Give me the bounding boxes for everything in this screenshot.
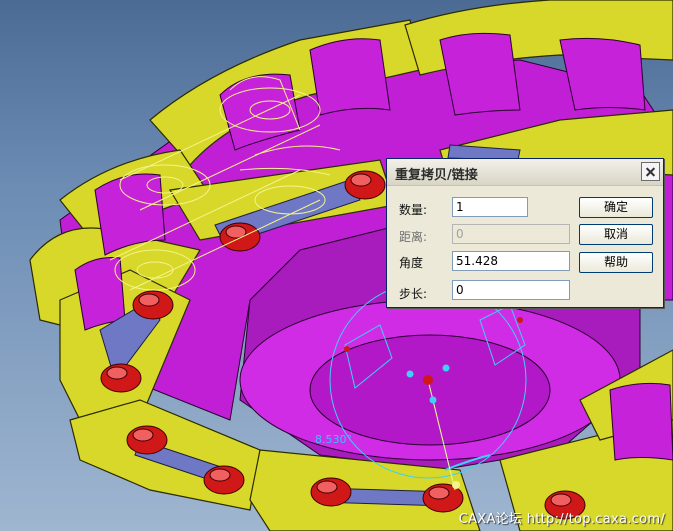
help-button[interactable]: 帮助 [579, 252, 653, 273]
repeat-copy-dialog: 重复拷贝/链接 数量: 距离: 角度 步长: 确定 取消 帮助 [386, 158, 664, 308]
close-icon[interactable] [641, 162, 660, 181]
angle-dimension-label: 8.530° [315, 433, 352, 446]
forum-watermark: CAXA论坛 http://top.caxa.com/ [458, 512, 665, 527]
angle-input[interactable] [452, 251, 570, 271]
ok-button[interactable]: 确定 [579, 197, 653, 218]
3d-viewport[interactable]: 8.530° CAXA论坛 http://top.caxa.com/ 重复拷贝/… [0, 0, 673, 531]
distance-label: 距离: [399, 230, 428, 244]
step-label: 步长: [399, 287, 428, 301]
angle-label: 角度 [399, 256, 424, 270]
step-input[interactable] [452, 280, 570, 300]
count-input[interactable] [452, 197, 528, 217]
distance-input [452, 224, 570, 244]
dialog-title: 重复拷贝/链接 [395, 168, 478, 183]
count-label: 数量: [399, 203, 428, 217]
cancel-button[interactable]: 取消 [579, 224, 653, 245]
dialog-titlebar[interactable]: 重复拷贝/链接 [387, 159, 663, 186]
